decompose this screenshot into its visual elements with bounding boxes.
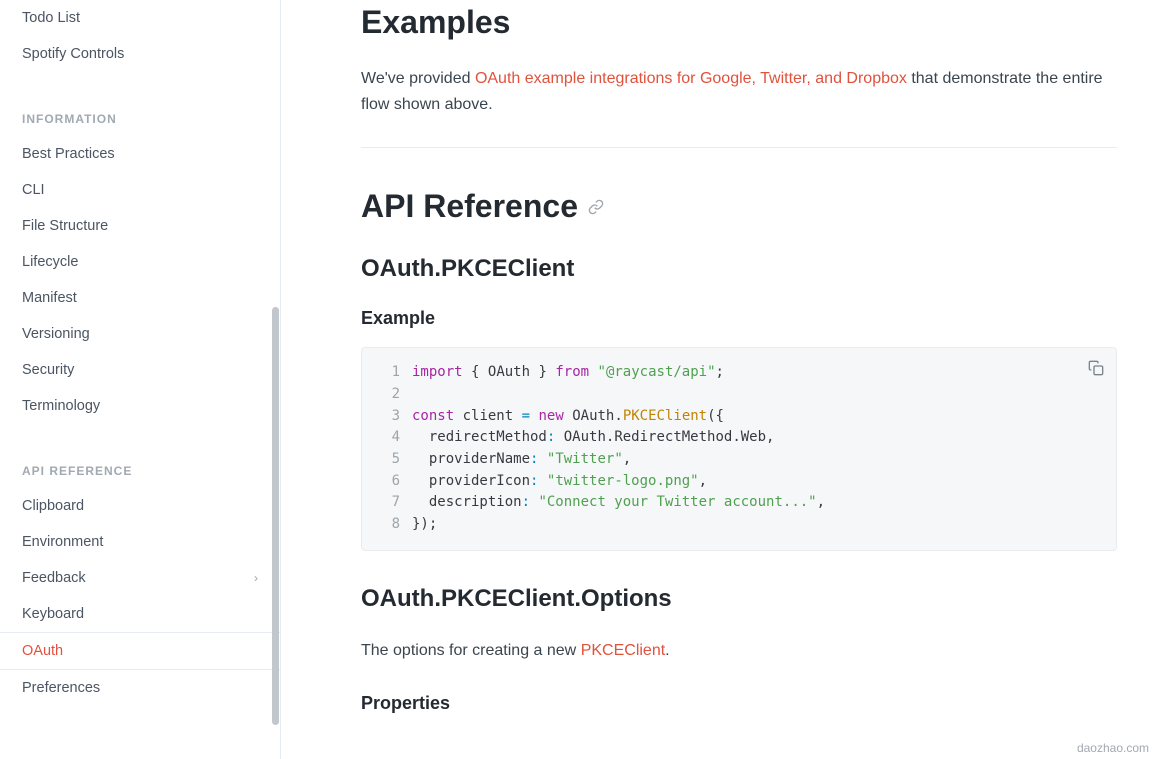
example-subheading: Example xyxy=(361,308,1117,329)
pkceclient-link[interactable]: PKCEClient xyxy=(581,642,665,659)
scrollbar-thumb[interactable] xyxy=(272,307,279,725)
sidebar-item-security[interactable]: Security xyxy=(0,352,280,388)
sidebar-item-label: Security xyxy=(22,362,74,378)
options-paragraph: The options for creating a new PKCEClien… xyxy=(361,638,1117,664)
sidebar: Todo List Spotify Controls INFORMATION B… xyxy=(0,0,281,759)
sidebar-item-terminology[interactable]: Terminology xyxy=(0,388,280,424)
sidebar-section-api-reference: API REFERENCE xyxy=(0,446,280,488)
chevron-right-icon: › xyxy=(254,571,258,585)
examples-paragraph: We've provided OAuth example integration… xyxy=(361,66,1117,117)
sidebar-item-label: Preferences xyxy=(22,680,100,696)
sidebar-item-best-practices[interactable]: Best Practices xyxy=(0,136,280,172)
sidebar-item-label: Spotify Controls xyxy=(22,46,124,62)
sidebar-item-label: Feedback xyxy=(22,570,86,586)
sidebar-item-keyboard[interactable]: Keyboard xyxy=(0,596,280,632)
sidebar-item-cli[interactable]: CLI xyxy=(0,172,280,208)
main-content: Examples We've provided OAuth example in… xyxy=(281,0,1157,759)
sidebar-item-label: Manifest xyxy=(22,290,77,306)
sidebar-section-information: INFORMATION xyxy=(0,94,280,136)
watermark: daozhao.com xyxy=(1077,741,1149,755)
sidebar-item-manifest[interactable]: Manifest xyxy=(0,280,280,316)
sidebar-item-label: OAuth xyxy=(22,643,63,659)
oauth-examples-link[interactable]: OAuth example integrations for Google, T… xyxy=(475,70,907,87)
code-example: 1import { OAuth } from "@raycast/api"; 2… xyxy=(361,347,1117,551)
sidebar-item-environment[interactable]: Environment xyxy=(0,524,280,560)
sidebar-item-preferences[interactable]: Preferences xyxy=(0,670,280,706)
sidebar-item-file-structure[interactable]: File Structure xyxy=(0,208,280,244)
sidebar-item-label: Todo List xyxy=(22,10,80,26)
sidebar-item-spotify-controls[interactable]: Spotify Controls xyxy=(0,36,280,72)
sidebar-item-clipboard[interactable]: Clipboard xyxy=(0,488,280,524)
sidebar-item-label: File Structure xyxy=(22,218,108,234)
sidebar-item-label: Clipboard xyxy=(22,498,84,514)
anchor-link-icon[interactable] xyxy=(588,199,604,215)
examples-heading: Examples xyxy=(361,4,1117,41)
api-reference-heading: API Reference xyxy=(361,188,1117,225)
pkce-options-heading: OAuth.PKCEClient.Options xyxy=(361,585,1117,613)
sidebar-item-label: Environment xyxy=(22,534,103,550)
sidebar-item-label: CLI xyxy=(22,182,45,198)
sidebar-item-label: Lifecycle xyxy=(22,254,78,270)
section-divider xyxy=(361,147,1117,148)
sidebar-item-todo-list[interactable]: Todo List xyxy=(0,0,280,36)
copy-button[interactable] xyxy=(1088,360,1104,384)
pkce-client-heading: OAuth.PKCEClient xyxy=(361,255,1117,283)
sidebar-item-label: Terminology xyxy=(22,398,100,414)
sidebar-item-oauth[interactable]: OAuth xyxy=(0,632,280,670)
sidebar-item-versioning[interactable]: Versioning xyxy=(0,316,280,352)
sidebar-item-lifecycle[interactable]: Lifecycle xyxy=(0,244,280,280)
sidebar-item-label: Versioning xyxy=(22,326,90,342)
sidebar-item-label: Best Practices xyxy=(22,146,115,162)
sidebar-item-label: Keyboard xyxy=(22,606,84,622)
sidebar-item-feedback[interactable]: Feedback › xyxy=(0,560,280,596)
properties-subheading: Properties xyxy=(361,693,1117,714)
